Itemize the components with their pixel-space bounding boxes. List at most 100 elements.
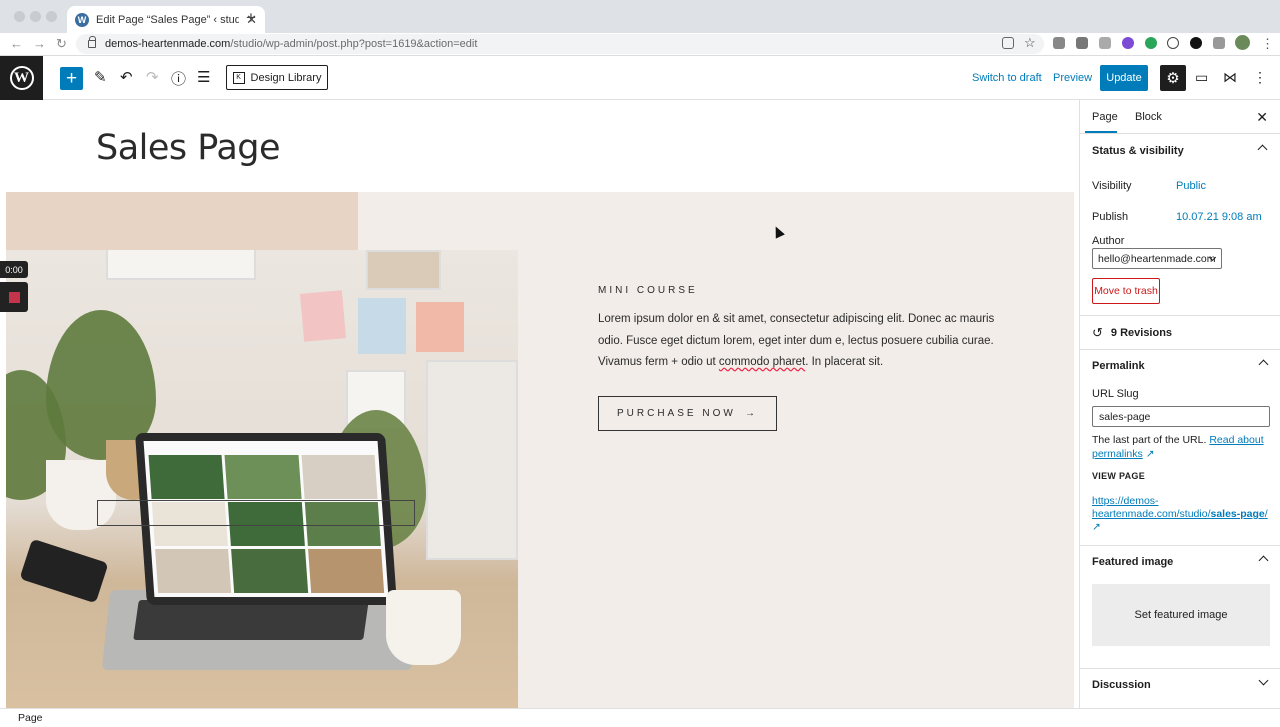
share-icon[interactable] [1002,37,1014,49]
lock-icon [88,36,96,48]
minimize-window-icon[interactable] [30,11,41,22]
browser-address-bar: ← → ↻ demos-heartenmade.com/studio/wp-ad… [0,33,1280,56]
purchase-now-label: PURCHASE NOW [617,408,736,419]
new-tab-icon[interactable]: + [246,8,256,28]
editor-toolbar: W + ✎ ↶ ↷ ⓘ ☰ K Design Library Switch to… [0,56,1280,100]
list-view-icon[interactable]: ☰ [197,68,210,86]
browser-tab-active[interactable]: W Edit Page “Sales Page” ‹ studio ✕ [67,6,265,33]
maximize-window-icon[interactable] [46,11,57,22]
info-icon[interactable]: ⓘ [171,68,186,89]
page-title[interactable]: Sales Page [96,128,281,168]
sticky-note [416,302,464,352]
stop-icon [8,291,20,303]
panel-title: Permalink [1092,360,1145,372]
author-select[interactable]: hello@heartenmade.com [1092,248,1222,269]
extension-icon[interactable] [1145,37,1157,49]
kadence-icon[interactable]: ⋈ [1223,69,1237,86]
set-featured-image-button[interactable]: Set featured image [1092,584,1270,646]
external-link-icon: ↗ [1145,448,1155,460]
browser-tab-title: Edit Page “Sales Page” ‹ studio [96,13,240,26]
read-about-link[interactable]: Read about [1209,434,1263,446]
tab-block[interactable]: Block [1135,111,1162,123]
redo-icon[interactable]: ↷ [146,68,159,86]
switch-to-draft-button[interactable]: Switch to draft [972,72,1042,84]
url-slug-label: URL Slug [1092,388,1139,400]
publish-date-button[interactable]: 10.07.21 9:08 am [1176,211,1262,223]
hero-section[interactable]: MINI COURSE Lorem ipsum dolor en & sit a… [6,192,1074,708]
tools-pencil-icon[interactable]: ✎ [94,68,107,86]
preview-button[interactable]: Preview [1053,72,1092,84]
view-page-link[interactable]: https://demos- heartenmade.com/studio/sa… [1092,495,1272,534]
breadcrumb-item-page[interactable]: Page [18,712,43,724]
settings-sidebar: Page Block ✕ Status & visibility Visibil… [1079,100,1280,708]
editor-plugin-icon[interactable]: ▭ [1195,69,1208,86]
puzzle-icon[interactable] [1213,37,1225,49]
misspelled-text: commodo pharet [718,356,806,368]
undo-icon[interactable]: ↶ [120,68,133,86]
extension-icon[interactable] [1099,37,1111,49]
discussion-panel-toggle[interactable]: Discussion [1080,668,1280,702]
url-slug-input[interactable]: sales-page [1092,406,1270,427]
move-to-trash-button[interactable]: Move to trash [1092,278,1160,304]
close-sidebar-icon[interactable]: ✕ [1256,109,1268,126]
extension-icon[interactable] [1190,37,1202,49]
revisions-button[interactable]: ↺ 9 Revisions [1092,325,1172,341]
laptop-keyboard [133,600,369,640]
recording-stop-button[interactable] [0,282,28,312]
wall-frame [426,360,518,560]
profile-avatar[interactable] [1235,35,1250,50]
sticky-note [299,290,347,342]
author-label: Author [1092,235,1125,247]
panel-title: Featured image [1092,556,1174,568]
settings-gear-icon[interactable]: ⚙ [1160,65,1186,91]
wordpress-logo-button[interactable]: W [0,56,43,100]
recording-timer: 0:00 [0,261,28,278]
view-url-part: sales-page [1210,508,1265,520]
editor-canvas[interactable]: Sales Page MINI COURSE Lorem ipsum dolor… [0,100,1079,708]
sticky-note [358,298,406,354]
add-block-button[interactable]: + [60,67,83,90]
wall-frame [366,250,441,290]
permalink-panel-toggle[interactable]: Permalink [1080,349,1280,383]
extension-icon[interactable] [1122,37,1134,49]
extension-icon[interactable] [1167,37,1179,49]
visibility-value-button[interactable]: Public [1176,180,1206,192]
browser-menu-icon[interactable]: ⋮ [1261,36,1274,52]
chevron-up-icon [1258,359,1269,370]
update-button[interactable]: Update [1100,65,1148,91]
decorative-tan-block [6,192,358,252]
featured-image-panel-toggle[interactable]: Featured image [1080,545,1280,579]
close-window-icon[interactable] [14,11,25,22]
reload-icon[interactable]: ↻ [56,36,67,52]
visibility-label: Visibility [1092,180,1132,192]
permalink-help: The last part of the URL. Read about per… [1092,433,1272,461]
design-library-button[interactable]: K Design Library [226,65,328,90]
eyebrow-heading[interactable]: MINI COURSE [598,285,698,296]
permalinks-link[interactable]: permalinks [1092,448,1143,460]
url-input[interactable]: demos-heartenmade.com/studio/wp-admin/po… [76,34,1044,54]
view-url-part: https://demos- [1092,495,1159,507]
camera-extension-icon[interactable] [1053,37,1065,49]
block-breadcrumb: Page [0,708,1280,727]
more-options-icon[interactable]: ⋮ [1253,69,1267,86]
divider [1080,315,1280,316]
body-paragraph[interactable]: Lorem ipsum dolor en & sit amet, consect… [598,309,1003,374]
view-url-part: heartenmade.com/studio/ [1092,508,1211,520]
desk-laptop-image[interactable] [6,250,518,708]
phone-object [19,538,109,604]
publish-label: Publish [1092,211,1129,223]
tab-page[interactable]: Page [1092,111,1118,123]
purchase-now-button[interactable]: PURCHASE NOW → [598,396,777,431]
coffee-mug [386,590,461,665]
block-selection-outline [97,500,415,526]
view-url-part: / [1264,508,1268,520]
bookmark-star-icon[interactable]: ☆ [1024,35,1036,51]
extension-icon[interactable] [1076,37,1088,49]
wordpress-favicon-icon: W [75,12,89,27]
forward-icon[interactable]: → [33,36,46,51]
chevron-up-icon [1257,144,1268,155]
chevron-down-icon [1258,675,1269,686]
status-visibility-panel-toggle[interactable]: Status & visibility [1080,134,1280,168]
body-text-part: . In placerat sit. [805,356,884,368]
back-icon[interactable]: ← [10,36,23,51]
